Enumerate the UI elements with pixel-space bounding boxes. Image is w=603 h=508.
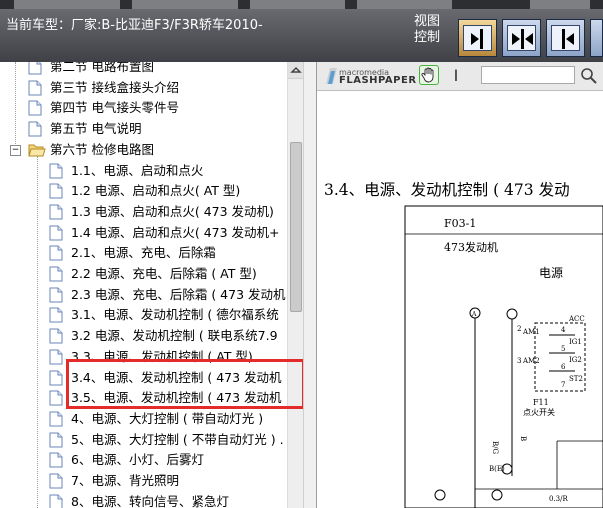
scroll-thumb[interactable]	[290, 142, 302, 312]
svg-text:2: 2	[517, 325, 521, 333]
tree-item-label: 4、电源、大灯控制 ( 带自动灯光 )	[71, 410, 264, 426]
current-car-model: 当前车型：厂家:B-比亚迪F3/F3R轿车2010-	[6, 18, 263, 33]
chapter-tree: 第二节 电路布置图第三节 接线盒接头介绍 第四节 电气接头零件号 第五节 电气说明第…	[0, 62, 287, 508]
view-control-label: 视图控制	[414, 14, 441, 45]
tree-item-label: 3.1、电源、发动机控制 ( 德尔福系统	[71, 307, 279, 323]
selection-highlight-box	[66, 359, 305, 409]
svg-text:IG1: IG1	[569, 338, 582, 346]
document-icon	[49, 225, 63, 244]
schematic-section: 电源	[539, 266, 563, 280]
pane-divider[interactable]	[303, 62, 317, 508]
tree-item-label: 1.1、电源、启动和点火	[71, 162, 204, 178]
tree-item-label: 7、电源、背光照明	[71, 473, 179, 488]
document-icon	[49, 266, 63, 285]
tree-item-label: 1.3 电源、启动和点火( 473 发动机)	[71, 203, 274, 219]
document-icon	[49, 432, 63, 451]
tree-item-label: 第五节 电气说明	[50, 121, 142, 137]
document-icon	[28, 100, 42, 119]
arrow-right-into-bar-icon	[471, 29, 483, 49]
svg-text:3: 3	[517, 357, 521, 365]
svg-text:4: 4	[561, 326, 566, 334]
svg-text:5: 5	[561, 345, 565, 353]
text-select-button[interactable]: I	[450, 66, 462, 86]
svg-text:B(E): B(E)	[489, 465, 505, 473]
document-icon	[49, 452, 63, 471]
tree-item-label: 第六节 检修电路图	[50, 141, 154, 157]
svg-text:AM2: AM2	[522, 357, 540, 365]
document-icon	[49, 307, 63, 326]
document-icon	[49, 473, 63, 492]
document-icon	[49, 163, 63, 182]
document-icon	[49, 287, 63, 306]
tree-item-label: 1.4 电源、启动和点火( 473 发动机+	[71, 224, 280, 240]
hand-icon	[421, 67, 434, 83]
tree-item-label: 3.2 电源、发动机控制 ( 联电系统7.9	[71, 328, 278, 344]
view-button-left[interactable]	[458, 19, 497, 57]
tree-item-label: 2.2 电源、充电、后除霜 ( AT 型)	[71, 266, 257, 281]
svg-text:ACC: ACC	[568, 315, 585, 323]
svg-text:AM1: AM1	[522, 328, 540, 336]
macromedia-logo-icon	[326, 68, 337, 84]
view-button-extra[interactable]	[590, 19, 603, 57]
chevron-up-icon	[290, 66, 302, 73]
svg-text:ST2: ST2	[569, 375, 583, 383]
tree-item-label: 第四节 电气接头零件号	[50, 100, 179, 116]
scroll-up-button[interactable]	[288, 62, 304, 79]
document-icon	[28, 80, 42, 99]
document-icon	[49, 328, 63, 347]
document-icon	[49, 390, 63, 409]
tree-item-label: 2.1、电源、充电、后除霜	[71, 245, 216, 261]
document-icon	[49, 349, 63, 368]
svg-text:0.3/R: 0.3/R	[549, 495, 568, 503]
document-page: 3.4、电源、发动机控制 ( 473 发动 F03-1 473发动机 电源 A …	[317, 91, 603, 508]
document-icon	[28, 121, 42, 140]
tree-item-label: 8、电源、转向信号、紧急灯	[71, 493, 229, 508]
document-icon	[28, 62, 42, 78]
svg-text:7: 7	[561, 381, 565, 389]
header-tab-strip	[0, 0, 603, 9]
document-icon	[49, 370, 63, 389]
find-button[interactable]	[579, 66, 599, 86]
wiring-schematic: F03-1 473发动机 电源 A ACC IG1 IG2 ST2 AM1 AM…	[404, 205, 603, 508]
svg-text:IG2: IG2	[569, 356, 582, 364]
svg-text:6: 6	[561, 363, 566, 371]
arrow-left-into-bar-icon	[562, 29, 574, 49]
document-icon	[49, 204, 63, 223]
folder-open-icon	[28, 142, 46, 161]
document-icon	[49, 411, 63, 430]
view-button-right[interactable]	[546, 19, 585, 57]
header-bar: 当前车型：厂家:B-比亚迪F3/F3R轿车2010- 视图控制	[0, 0, 603, 62]
tree-scrollbar[interactable]	[287, 62, 304, 508]
tree-item-label: 第三节 接线盒接头介绍	[50, 79, 179, 95]
tree-item-label: 5、电源、大灯控制 ( 不带自动灯光 ) .	[71, 431, 284, 447]
collapse-toggle-icon[interactable]: −	[10, 144, 21, 156]
tree-item-label: 2.3 电源、充电、后除霜 ( 473 发动机	[71, 286, 286, 302]
tree-item-label: 1.2 电源、启动和点火( AT 型)	[71, 183, 241, 199]
svg-text:B: B	[519, 436, 527, 441]
tree-item-label: 6、电源、小灯、后雾灯	[71, 452, 204, 468]
flashpaper-toolbar: macromedia FLASHPAPER I	[317, 62, 603, 91]
hand-tool-button[interactable]	[419, 65, 439, 85]
svg-text:F11: F11	[533, 398, 549, 407]
schematic-code: F03-1	[444, 217, 476, 230]
search-input[interactable]	[481, 66, 575, 84]
schematic-label-a: A	[471, 311, 477, 318]
document-icon	[49, 183, 63, 202]
arrows-converge-icon	[512, 29, 533, 49]
svg-text:B/G: B/G	[491, 441, 499, 455]
view-button-center[interactable]	[502, 19, 541, 57]
search-icon	[581, 68, 597, 84]
text-cursor-icon: I	[453, 66, 459, 85]
document-icon	[49, 245, 63, 264]
document-icon	[49, 494, 63, 508]
tree-item-label: 第二节 电路布置图	[50, 62, 154, 74]
svg-text:点火开关: 点火开关	[523, 407, 555, 417]
schematic-engine: 473发动机	[444, 240, 498, 254]
